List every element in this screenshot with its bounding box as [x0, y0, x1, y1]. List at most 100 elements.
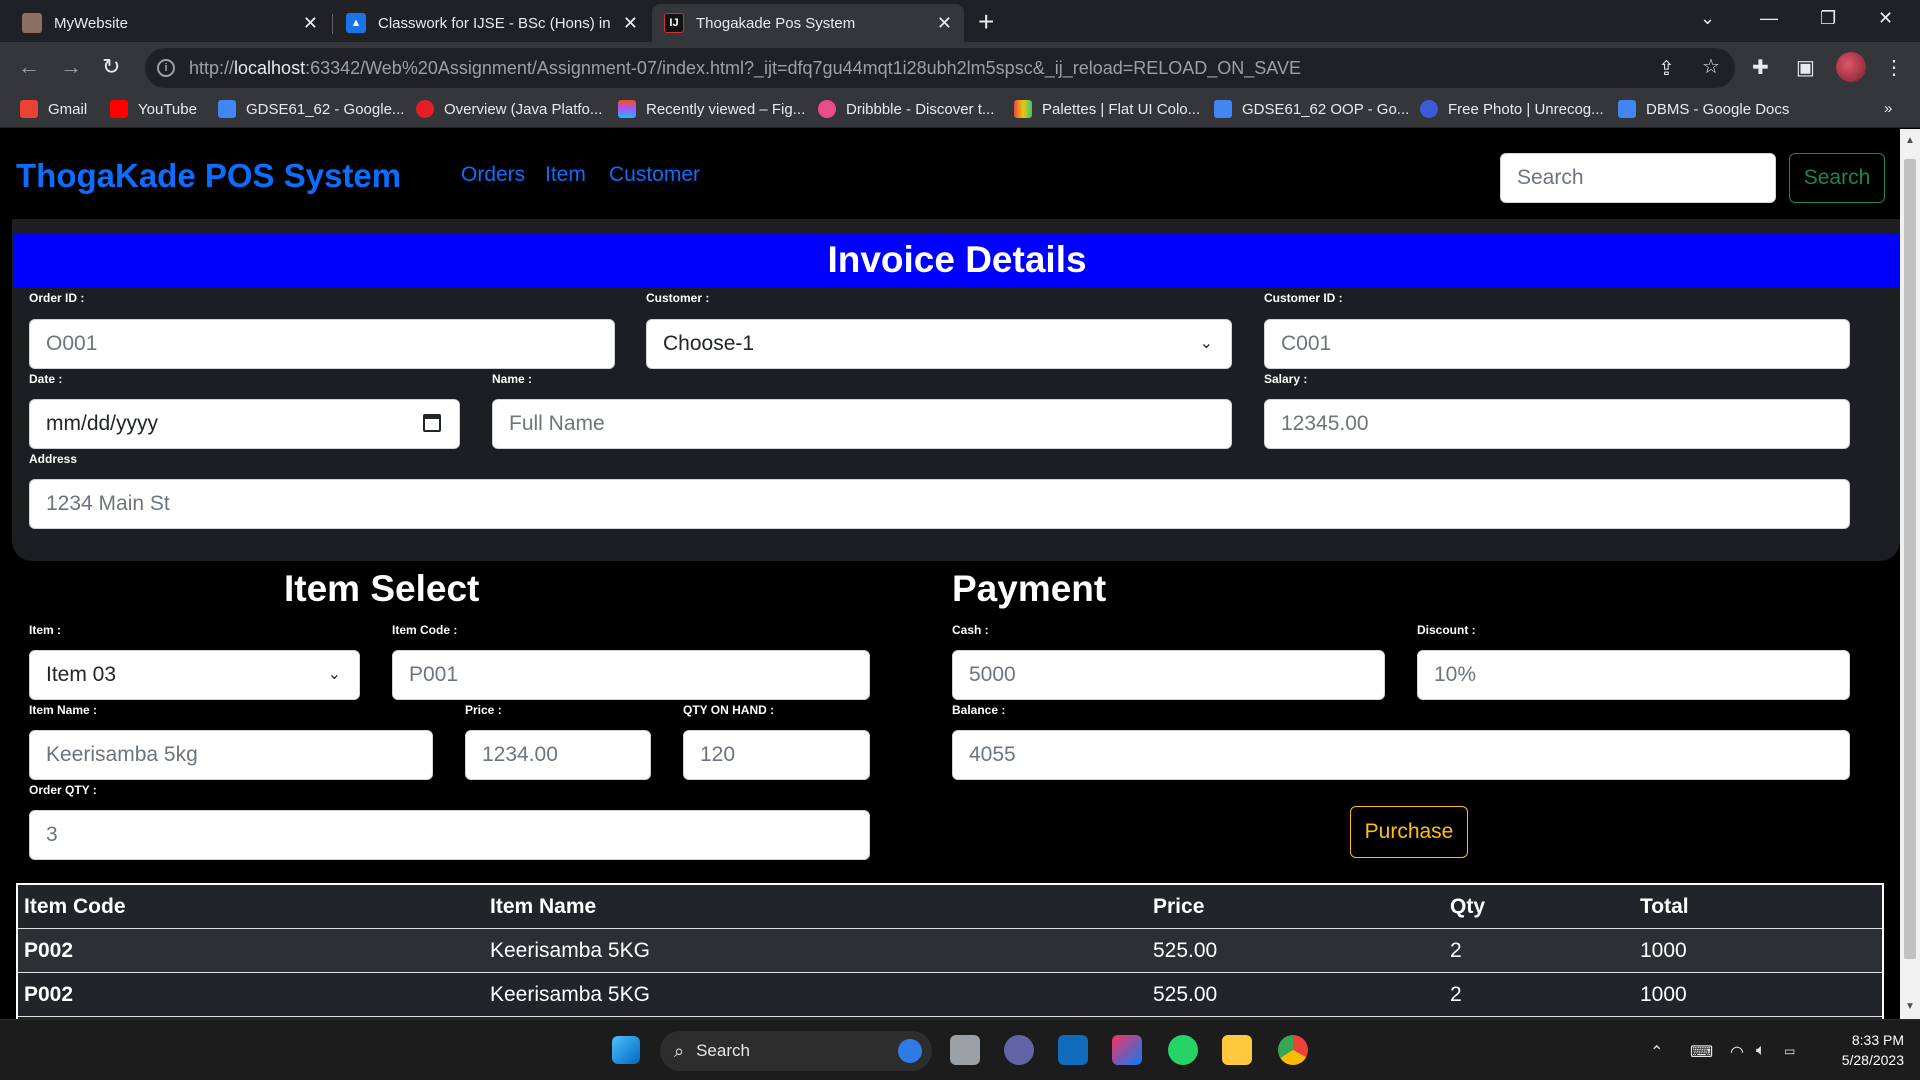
item-select[interactable]: Item 03 ⌄ [29, 650, 360, 700]
close-tab-icon[interactable]: ✕ [937, 13, 952, 34]
task-view-icon[interactable] [950, 1035, 980, 1065]
tab-classwork[interactable]: ▲ Classwork for IJSE - BSc (Hons) in Cc … [334, 4, 650, 42]
intellij-icon[interactable] [1112, 1035, 1142, 1065]
tab-divider [332, 14, 333, 34]
order-qty-input[interactable]: 3 [29, 810, 870, 860]
bookmark-figma[interactable]: Recently viewed – Fig... [618, 100, 805, 118]
tab-search-chevron-icon[interactable]: ⌄ [1700, 8, 1715, 29]
extensions-icon[interactable]: ✚ [1752, 56, 1769, 80]
close-tab-icon[interactable]: ✕ [623, 13, 638, 34]
restore-icon[interactable]: ❐ [1820, 8, 1836, 29]
whatsapp-icon[interactable] [1168, 1035, 1198, 1065]
wifi-icon[interactable]: ◠ [1730, 1042, 1744, 1062]
page-content: ThogaKade POS System Orders Item Custome… [0, 129, 1900, 1019]
price-label: Price : [465, 703, 502, 717]
chrome-icon[interactable] [1278, 1035, 1308, 1065]
scrollbar-thumb[interactable] [1904, 159, 1916, 959]
bing-icon[interactable] [898, 1039, 922, 1063]
tab-thogakade[interactable]: IJ Thogakade Pos System ✕ [652, 4, 964, 42]
price-input[interactable]: 1234.00 [465, 730, 651, 780]
scroll-down-icon[interactable]: ▼ [1905, 1001, 1915, 1012]
teams-chat-icon[interactable] [1004, 1035, 1034, 1065]
nav-search-button[interactable]: Search [1789, 153, 1885, 203]
bookmark-java-overview[interactable]: Overview (Java Platfo... [416, 100, 602, 118]
share-icon[interactable]: ⇪ [1658, 56, 1675, 81]
item-code-input[interactable]: P001 [392, 650, 870, 700]
brand-title[interactable]: ThogaKade POS System [16, 157, 401, 195]
order-table: Item Code Item Name Price Qty Total P002… [16, 883, 1884, 1019]
show-hidden-icons-icon[interactable]: ⌃ [1650, 1042, 1663, 1062]
minimize-icon[interactable]: — [1760, 8, 1778, 29]
battery-icon[interactable]: ▭ [1784, 1044, 1795, 1058]
intellij-favicon-icon: IJ [664, 13, 684, 33]
salary-input[interactable]: 12345.00 [1264, 399, 1850, 449]
bookmark-label: GDSE61_62 OOP - Go... [1242, 100, 1410, 118]
more-bookmarks-icon[interactable]: » [1884, 100, 1892, 117]
page-scrollbar[interactable]: ▲ ▼ [1900, 129, 1920, 1019]
address-input[interactable]: 1234 Main St [29, 479, 1850, 529]
bookmark-label: Gmail [48, 100, 88, 118]
file-explorer-icon[interactable] [1222, 1035, 1252, 1065]
volume-icon[interactable]: 🔈︎ [1756, 1042, 1766, 1060]
nav-link-item[interactable]: Item [545, 163, 586, 187]
menu-kebab-icon[interactable]: ⋮ [1884, 56, 1904, 80]
new-tab-icon[interactable]: + [978, 8, 994, 36]
site-info-icon[interactable]: i [157, 59, 175, 77]
cell-qty: 2 [1450, 983, 1462, 1006]
bookmark-label: DBMS - Google Docs [1646, 100, 1790, 118]
classroom-favicon-icon: ▲ [346, 13, 366, 33]
bookmark-flat-ui[interactable]: Palettes | Flat UI Colo... [1014, 100, 1200, 118]
discount-input[interactable]: 10% [1417, 650, 1850, 700]
google-docs-icon [1214, 100, 1232, 118]
close-window-icon[interactable]: ✕ [1878, 8, 1893, 29]
forward-icon[interactable]: → [60, 54, 82, 80]
bookmark-dribbble[interactable]: Dribbble - Discover t... [818, 100, 994, 118]
taskbar-search[interactable]: ⌕ Search [660, 1031, 932, 1071]
qty-on-hand-input[interactable]: 120 [683, 730, 870, 780]
item-name-input[interactable]: Keerisamba 5kg [29, 730, 433, 780]
column-header-total: Total [1640, 895, 1689, 918]
date-input[interactable]: mm/dd/yyyy [29, 399, 460, 449]
bookmark-star-icon[interactable]: ☆ [1702, 54, 1720, 79]
tab-mywebsite[interactable]: MyWebsite ✕ [10, 4, 330, 42]
bookmark-free-photo[interactable]: Free Photo | Unrecog... [1420, 100, 1604, 118]
nav-search-input[interactable]: Search [1500, 153, 1776, 203]
mail-icon[interactable] [1058, 1035, 1088, 1065]
name-input[interactable]: Full Name [492, 399, 1232, 449]
freepik-icon [1420, 100, 1438, 118]
purchase-button[interactable]: Purchase [1350, 806, 1468, 858]
bookmark-gdse-oop[interactable]: GDSE61_62 OOP - Go... [1214, 100, 1409, 118]
customer-id-input[interactable]: C001 [1264, 319, 1850, 369]
cell-item-name: Keerisamba 5KG [490, 939, 650, 962]
system-clock[interactable]: 8:33 PM 5/28/2023 [1800, 1030, 1904, 1070]
windows-start-icon[interactable] [612, 1036, 640, 1064]
nav-link-orders[interactable]: Orders [461, 163, 525, 187]
close-tab-icon[interactable]: ✕ [303, 13, 318, 34]
profile-avatar[interactable] [1836, 52, 1866, 82]
item-select-heading: Item Select [284, 568, 480, 609]
reload-icon[interactable]: ↻ [102, 54, 120, 80]
bookmark-gdse-google[interactable]: GDSE61_62 - Google... [218, 100, 404, 118]
calendar-icon[interactable] [423, 414, 441, 432]
order-id-input[interactable]: O001 [29, 319, 615, 369]
bookmark-youtube[interactable]: YouTube [110, 100, 197, 118]
browser-toolbar: ← → ↻ i http://localhost:63342/Web%20Ass… [0, 42, 1920, 94]
table-row[interactable]: P002 Keerisamba 5KG 525.00 2 1000 [18, 929, 1882, 973]
cell-price: 525.00 [1153, 939, 1218, 962]
scroll-up-icon[interactable]: ▲ [1905, 135, 1915, 146]
table-row[interactable]: P002 Keerisamba 5KG 525.00 2 1000 [18, 973, 1882, 1017]
cash-input[interactable]: 5000 [952, 650, 1385, 700]
bookmark-dbms[interactable]: DBMS - Google Docs [1618, 100, 1789, 118]
nav-link-customer[interactable]: Customer [609, 163, 700, 187]
discount-label: Discount : [1417, 623, 1476, 637]
side-panel-icon[interactable]: ▣ [1796, 56, 1815, 80]
customer-select[interactable]: Choose-1 ⌄ [646, 319, 1232, 369]
palettes-icon [1014, 100, 1032, 118]
bookmark-gmail[interactable]: Gmail [20, 100, 87, 118]
back-icon[interactable]: ← [18, 54, 40, 80]
address-bar[interactable]: i http://localhost:63342/Web%20Assignmen… [145, 48, 1735, 88]
keyboard-icon[interactable]: ⌨ [1690, 1042, 1713, 1062]
bookmark-label: Palettes | Flat UI Colo... [1042, 100, 1201, 118]
balance-input[interactable]: 4055 [952, 730, 1850, 780]
column-header-item-code: Item Code [24, 895, 126, 918]
